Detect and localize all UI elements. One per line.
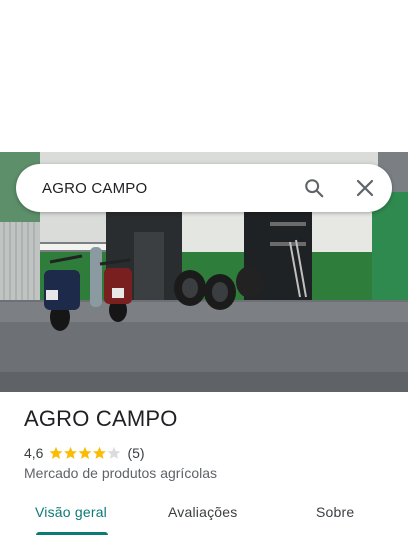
star-icon xyxy=(93,446,107,459)
tab-overview[interactable]: Visão geral xyxy=(35,504,107,520)
review-count[interactable]: (5) xyxy=(127,445,144,461)
rating-row[interactable]: 4,6 (5) xyxy=(24,444,145,462)
search-bar[interactable] xyxy=(16,164,392,212)
place-category: Mercado de produtos agrícolas xyxy=(24,465,217,481)
tab-about[interactable]: Sobre xyxy=(316,504,354,520)
star-icon xyxy=(79,446,92,459)
star-icon xyxy=(64,446,78,459)
star-rating xyxy=(49,446,121,460)
star-icon xyxy=(50,446,63,459)
close-icon[interactable] xyxy=(353,176,377,200)
place-title: AGRO CAMPO xyxy=(24,406,178,431)
search-icon[interactable] xyxy=(302,176,326,200)
active-tab-indicator xyxy=(36,532,108,535)
star-half-icon xyxy=(108,446,121,459)
search-input[interactable] xyxy=(40,178,294,198)
tab-bar: Visão geral Avaliações Sobre xyxy=(0,500,408,544)
tab-reviews[interactable]: Avaliações xyxy=(168,504,237,520)
rating-value: 4,6 xyxy=(24,445,44,461)
